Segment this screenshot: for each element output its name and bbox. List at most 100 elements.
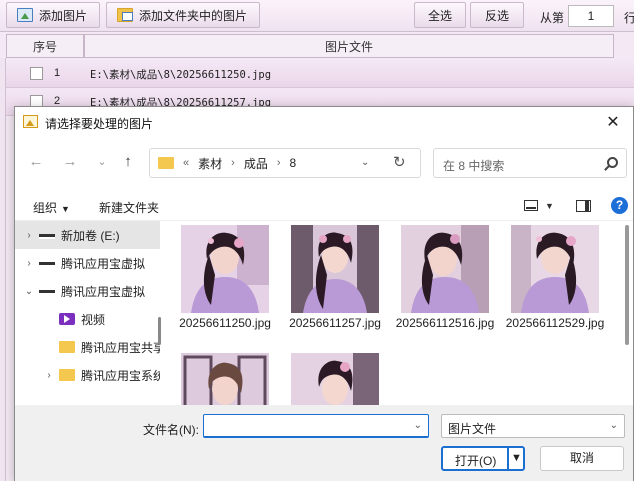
- add-image-label: 添加图片: [39, 8, 88, 23]
- expand-chevron-icon[interactable]: ›: [19, 258, 39, 269]
- table-gutter: [0, 58, 6, 481]
- tree-item-label: 腾讯应用宝共享: [81, 340, 160, 355]
- search-placeholder: 在 8 中搜索: [443, 159, 505, 173]
- image-thumbnail: [291, 225, 379, 313]
- drive-icon: [39, 233, 55, 239]
- dialog-footer: 文件名(N): ⌄ 图片文件 ⌄ 打开(O) ▼ 取消: [15, 405, 633, 481]
- open-button-label: 打开(O): [455, 454, 497, 468]
- file-tile[interactable]: 202566112529.jpg: [503, 225, 607, 353]
- address-dropdown-icon[interactable]: ⌄: [361, 157, 369, 168]
- refresh-icon[interactable]: ↻: [393, 153, 406, 171]
- open-button[interactable]: 打开(O) ▼: [441, 446, 525, 471]
- tree-item-label: 新加卷 (E:): [61, 228, 120, 243]
- dialog-title-bar: 请选择要处理的图片 ✕: [15, 107, 633, 137]
- row-index: 1: [54, 67, 61, 79]
- row-suffix-label: 行: [624, 11, 634, 25]
- select-all-button[interactable]: 全选: [414, 2, 466, 28]
- forward-arrow-icon[interactable]: →: [59, 151, 81, 173]
- filename-input[interactable]: ⌄: [203, 414, 429, 438]
- caret-down-icon: ▼: [61, 204, 70, 214]
- tree-item-label: 腾讯应用宝系统: [81, 368, 160, 383]
- file-name: 20256611257.jpg: [289, 316, 381, 330]
- file-tile[interactable]: 20256611250.jpg: [173, 225, 277, 353]
- preview-pane-icon[interactable]: [576, 200, 591, 212]
- column-header-file[interactable]: 图片文件: [84, 34, 614, 58]
- tree-item-label: 腾讯应用宝虚拟: [61, 256, 146, 271]
- row-checkbox[interactable]: [30, 67, 43, 80]
- address-bar[interactable]: « 素材 › 成品 › 8: [149, 148, 421, 178]
- image-thumbnail: [511, 225, 599, 313]
- drive-icon: [39, 261, 55, 267]
- image-thumbnail: [181, 225, 269, 313]
- file-tile[interactable]: [283, 353, 387, 405]
- file-list-scrollbar[interactable]: [625, 225, 629, 345]
- video-icon: [59, 313, 75, 325]
- file-type-select[interactable]: 图片文件 ⌄: [441, 414, 625, 438]
- file-name: 202566112516.jpg: [395, 316, 495, 330]
- breadcrumb-separator[interactable]: ›: [231, 157, 235, 169]
- collapse-chevron-icon[interactable]: ⌄: [19, 286, 39, 297]
- invert-select-button[interactable]: 反选: [470, 2, 524, 28]
- image-icon: [17, 8, 33, 22]
- tree-item-tencent-system[interactable]: › 腾讯应用宝系统: [15, 361, 160, 389]
- nav-pane-scrollbar[interactable]: [158, 317, 161, 345]
- file-type-value: 图片文件: [448, 422, 497, 436]
- add-folder-images-button[interactable]: 添加文件夹中的图片: [106, 2, 260, 28]
- invert-select-label: 反选: [484, 8, 509, 23]
- add-image-button[interactable]: 添加图片: [6, 2, 100, 28]
- cancel-button[interactable]: 取消: [540, 446, 624, 471]
- view-mode-icon[interactable]: [524, 200, 538, 211]
- app-toolbar: 添加图片 添加文件夹中的图片 全选 反选 从第 1 行: [0, 0, 634, 32]
- command-bar: 组织 ▼ 新建文件夹 ▼ ?: [15, 191, 633, 221]
- tree-item-drive-e[interactable]: › 新加卷 (E:): [15, 221, 160, 249]
- filename-label: 文件名(N):: [143, 423, 199, 437]
- column-header-index[interactable]: 序号: [6, 34, 84, 58]
- tree-item-tencent-vm-1[interactable]: › 腾讯应用宝虚拟: [15, 249, 160, 277]
- dialog-title: 请选择要处理的图片: [45, 117, 154, 131]
- organize-menu[interactable]: 组织 ▼: [33, 199, 70, 216]
- breadcrumb-item[interactable]: 成品: [244, 155, 268, 172]
- tree-item-tencent-shared[interactable]: 腾讯应用宝共享: [15, 333, 160, 361]
- file-list: 20256611250.jpg 20256611257.jpg 20256611…: [173, 225, 628, 405]
- back-arrow-icon[interactable]: ←: [25, 151, 47, 173]
- file-tile[interactable]: 20256611257.jpg: [283, 225, 387, 353]
- select-all-label: 全选: [427, 8, 452, 23]
- up-arrow-icon[interactable]: ↑: [117, 151, 139, 173]
- folder-icon: [158, 157, 174, 169]
- breadcrumb-separator[interactable]: ›: [277, 157, 281, 169]
- add-folder-images-label: 添加文件夹中的图片: [139, 8, 248, 23]
- image-thumbnail: [181, 353, 269, 405]
- expand-chevron-icon[interactable]: ›: [39, 370, 59, 381]
- navigation-pane: › 新加卷 (E:) › 腾讯应用宝虚拟 ⌄ 腾讯应用宝虚拟 视频 腾讯应用宝共…: [15, 221, 165, 405]
- breadcrumb-item[interactable]: 素材: [198, 155, 222, 172]
- chevron-down-icon: ⌄: [609, 420, 618, 431]
- help-icon[interactable]: ?: [611, 197, 628, 214]
- chevron-down-icon[interactable]: ⌄: [414, 420, 422, 431]
- tree-item-videos[interactable]: 视频: [15, 305, 160, 333]
- tree-item-label: 视频: [81, 312, 106, 327]
- search-icon[interactable]: [607, 157, 618, 168]
- breadcrumb-overflow[interactable]: «: [183, 157, 189, 169]
- tree-item-label: 腾讯应用宝虚拟: [61, 284, 146, 299]
- caret-down-icon[interactable]: ▼: [545, 201, 554, 211]
- from-row-input[interactable]: 1: [568, 5, 614, 27]
- header-file-label: 图片文件: [324, 39, 373, 54]
- expand-chevron-icon[interactable]: ›: [19, 230, 39, 241]
- close-button[interactable]: ✕: [593, 107, 633, 137]
- file-tile[interactable]: [173, 353, 277, 405]
- folder-image-icon: [117, 8, 133, 22]
- open-dropdown-icon[interactable]: ▼: [511, 452, 522, 464]
- breadcrumb-item[interactable]: 8: [290, 156, 297, 170]
- drive-icon: [39, 289, 55, 295]
- folder-icon: [59, 369, 75, 381]
- folder-icon: [59, 341, 75, 353]
- image-thumbnail: [401, 225, 489, 313]
- split-divider: [507, 448, 509, 469]
- search-input[interactable]: 在 8 中搜索: [433, 148, 627, 178]
- new-folder-button[interactable]: 新建文件夹: [99, 199, 159, 216]
- table-row[interactable]: 1 E:\素材\成品\8\20256611250.jpg: [6, 60, 634, 88]
- tree-item-tencent-vm-2[interactable]: ⌄ 腾讯应用宝虚拟: [15, 277, 160, 305]
- image-picker-icon: [23, 115, 38, 128]
- file-tile[interactable]: 202566112516.jpg: [393, 225, 497, 353]
- recent-locations-chevron-icon[interactable]: ⌄: [91, 151, 113, 173]
